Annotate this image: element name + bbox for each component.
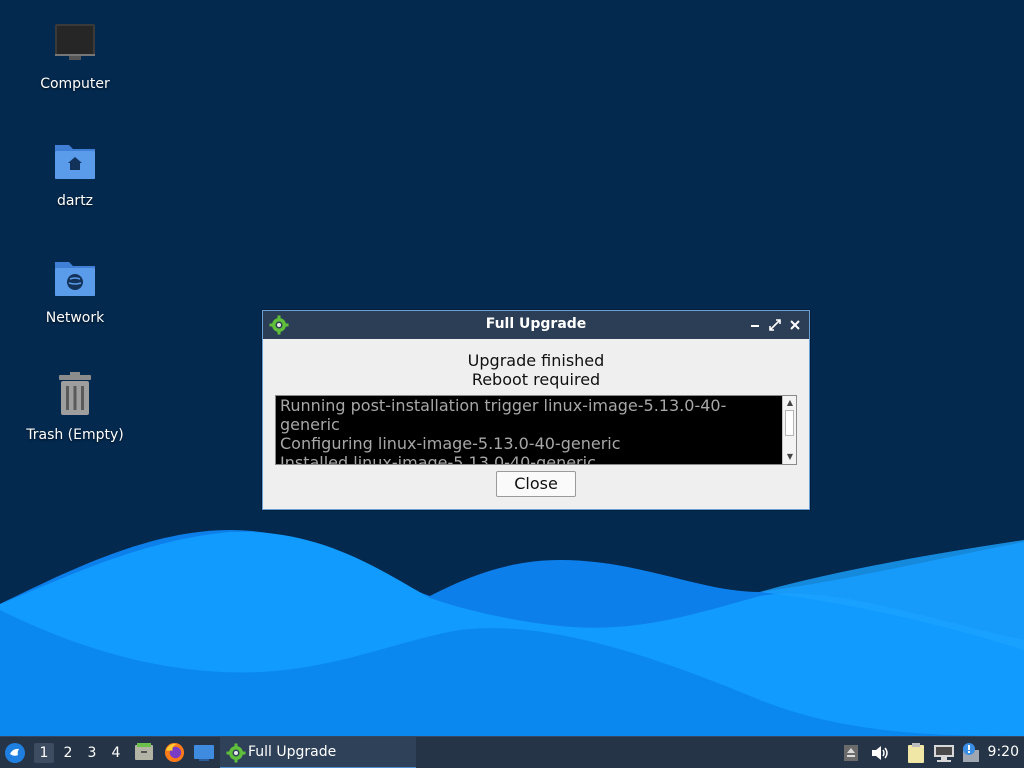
desktop-icon-label: Trash (Empty) <box>26 427 124 443</box>
log-line: Installed linux-image-5.13.0-40-generic <box>280 453 596 465</box>
log-output[interactable]: Running post-installation trigger linux-… <box>275 395 797 465</box>
desktop-icon-home[interactable]: dartz <box>15 137 135 209</box>
workspace-3[interactable]: 3 <box>82 743 102 763</box>
close-button[interactable]: Close <box>496 471 576 497</box>
log-line: generic <box>280 415 340 434</box>
desktop-icon-label: Network <box>45 310 105 326</box>
update-notifier-icon[interactable] <box>960 742 982 764</box>
dialog-titlebar[interactable]: Full Upgrade <box>263 311 809 339</box>
workspace-2[interactable]: 2 <box>58 743 78 763</box>
taskbar: 1 2 3 4 Full Upgrade 9:20 <box>0 736 1024 768</box>
desktop-icon-computer[interactable]: Computer <box>15 20 135 92</box>
file-manager-icon[interactable] <box>134 742 154 762</box>
desktop-icon-label: dartz <box>56 193 94 209</box>
workspace-1[interactable]: 1 <box>34 743 54 763</box>
workspace-4[interactable]: 4 <box>106 743 126 763</box>
log-line: Configuring linux-image-5.13.0-40-generi… <box>280 434 621 453</box>
trash-icon <box>59 372 91 415</box>
firefox-icon[interactable] <box>164 742 185 763</box>
scroll-down-icon[interactable]: ▼ <box>784 451 796 463</box>
log-line: Running post-installation trigger linux-… <box>280 396 727 415</box>
desktop-icon-trash[interactable]: Trash (Empty) <box>15 371 135 443</box>
maximize-icon[interactable] <box>767 317 783 333</box>
network-folder-icon <box>55 262 95 296</box>
volume-icon[interactable] <box>870 744 890 762</box>
full-upgrade-dialog: Full Upgrade Upgrade finished Reboot req… <box>262 310 810 510</box>
eject-icon[interactable] <box>843 744 859 762</box>
desktop-icon-label: Computer <box>40 76 110 92</box>
clipboard-icon[interactable] <box>906 742 926 764</box>
desktop-icon[interactable] <box>193 744 215 762</box>
network-icon[interactable] <box>933 743 955 763</box>
gear-icon <box>226 743 246 763</box>
log-lines: Running post-installation trigger linux-… <box>280 396 780 465</box>
scroll-up-icon[interactable]: ▲ <box>784 397 796 409</box>
home-folder-icon <box>55 145 95 179</box>
dialog-title: Full Upgrade <box>485 316 587 332</box>
desktop-icon-network[interactable]: Network <box>15 254 135 326</box>
close-icon[interactable] <box>787 317 803 333</box>
log-scrollbar[interactable]: ▲ ▼ <box>782 396 796 464</box>
task-full-upgrade[interactable]: Full Upgrade <box>220 737 416 768</box>
task-label: Full Upgrade <box>248 744 337 760</box>
minimize-icon[interactable] <box>747 317 763 333</box>
upgrade-status-text: Upgrade finished <box>467 351 605 370</box>
clock[interactable]: 9:20 <box>988 744 1019 760</box>
desktop: Computer dartz Network Trash (Empty) Ful… <box>0 0 1024 736</box>
start-menu-icon[interactable] <box>4 742 26 764</box>
computer-icon <box>55 24 95 60</box>
reboot-required-text: Reboot required <box>471 370 601 389</box>
scrollbar-thumb[interactable] <box>785 410 794 436</box>
